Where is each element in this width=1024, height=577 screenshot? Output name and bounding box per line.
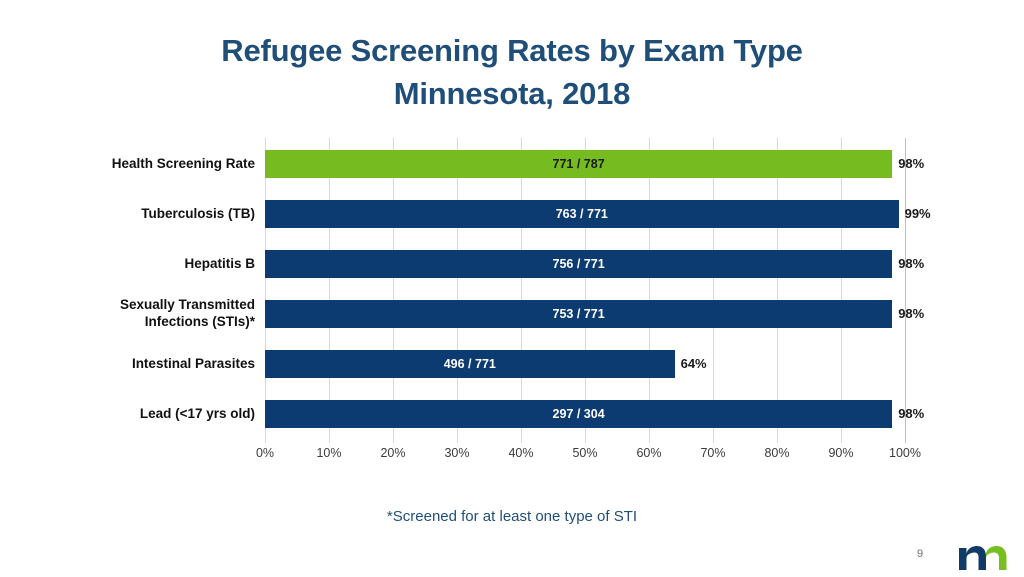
x-tick-label: 30% — [444, 446, 470, 460]
category-axis-labels: Health Screening Rate Tuberculosis (TB) He… — [60, 138, 255, 443]
chart-row: 496 / 771 64% — [265, 350, 905, 378]
bar-1[interactable]: 771 / 787 — [265, 150, 893, 178]
bar-value-label: 753 / 771 — [552, 307, 605, 321]
x-tick-label: 100% — [889, 446, 921, 460]
bar-percent-label: 98% — [898, 306, 925, 321]
category-label-line: Intestinal Parasites — [131, 355, 255, 371]
bar-3[interactable]: 756 / 771 — [265, 250, 893, 278]
page-title-line-1: Refugee Screening Rates by Exam Type — [221, 33, 803, 68]
page-title-line-2: Minnesota, 2018 — [393, 75, 631, 111]
page-number: 9 — [916, 548, 924, 560]
category-label-1: Health Screening Rate — [60, 156, 255, 173]
category-label-2: Tuberculosis (TB) — [60, 206, 255, 223]
x-tick-label: 90% — [828, 446, 854, 460]
category-label-4: Sexually Transmitted Infections (STIs)* — [60, 297, 255, 331]
category-label-line: Health Screening Rate — [111, 155, 255, 171]
gridline-100 — [905, 138, 906, 443]
category-label-line: Infections (STIs)* — [144, 313, 255, 329]
x-tick-label: 70% — [700, 446, 726, 460]
category-label-3: Hepatitis B — [60, 256, 255, 273]
bar-2[interactable]: 763 / 771 — [265, 200, 899, 228]
chart-row: 771 / 787 98% — [265, 150, 924, 178]
x-tick-label: 50% — [572, 446, 598, 460]
bar-value-label: 771 / 787 — [552, 157, 605, 171]
category-label-line: Hepatitis B — [184, 255, 255, 271]
bar-percent-label: 98% — [898, 156, 925, 171]
chart-row: 753 / 771 98% — [265, 300, 924, 328]
category-label-line: Sexually Transmitted — [119, 297, 255, 312]
bar-5[interactable]: 496 / 771 — [265, 350, 675, 378]
bar-percent-label: 98% — [898, 256, 925, 271]
bar-percent-label: 98% — [898, 406, 925, 421]
bar-value-label: 297 / 304 — [552, 407, 605, 421]
bar-value-label: 756 / 771 — [552, 257, 605, 271]
category-label-line: Tuberculosis (TB) — [141, 205, 255, 221]
bar-chart: Health Screening Rate Tuberculosis (TB) He… — [0, 128, 1024, 478]
bar-percent-label: 64% — [680, 356, 707, 371]
footnote: *Screened for at least one type of STI — [386, 508, 638, 525]
mn-state-logo-icon — [958, 540, 1010, 572]
chart-plot-area: 771 / 787 98% 763 / 771 99% 756 / 771 98% 753 … — [265, 138, 931, 443]
bar-6[interactable]: 297 / 304 — [265, 400, 893, 428]
x-tick-label: 60% — [636, 446, 662, 460]
category-label-5: Intestinal Parasites — [60, 356, 255, 373]
x-axis-ticks: 0% 10% 20% 30% 40% 50% 60% 70% 80% 90% 100% — [256, 446, 921, 470]
x-tick-label: 10% — [316, 446, 342, 460]
x-tick-label: 0% — [255, 446, 275, 460]
chart-row: 763 / 771 99% — [265, 200, 931, 228]
bar-value-label: 496 / 771 — [443, 357, 496, 371]
category-label-6: Lead (<17 yrs old) — [60, 406, 255, 423]
x-tick-label: 20% — [380, 446, 406, 460]
bar-value-label: 763 / 771 — [555, 207, 608, 221]
bar-4[interactable]: 753 / 771 — [265, 300, 893, 328]
bar-percent-label: 99% — [904, 206, 931, 221]
chart-row: 756 / 771 98% — [265, 250, 924, 278]
chart-bars: 771 / 787 98% 763 / 771 99% 756 / 771 98% 753 … — [265, 138, 931, 443]
page-title: Refugee Screening Rates by Exam Type Min… — [0, 30, 1024, 116]
x-tick-label: 40% — [508, 446, 534, 460]
category-label-line: Lead (<17 yrs old) — [139, 405, 255, 421]
x-tick-label: 80% — [764, 446, 790, 460]
chart-row: 297 / 304 98% — [265, 400, 924, 428]
